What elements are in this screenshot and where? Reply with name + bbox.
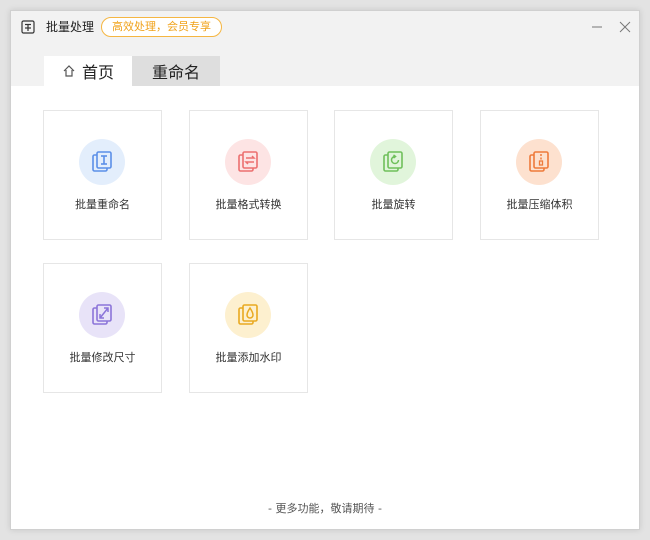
compress-icon [529, 151, 549, 172]
title-bar: 批量处理 高效处理，会员专享 首页 重命名 [11, 11, 639, 86]
compress-icon-circle [516, 139, 562, 185]
rotate-icon-circle [370, 139, 416, 185]
card-label: 批量添加水印 [215, 351, 282, 364]
minimize-button[interactable] [585, 15, 609, 39]
card-batch-resize[interactable]: 批量修改尺寸 [43, 263, 162, 393]
minimize-icon [592, 26, 602, 28]
card-batch-convert-format[interactable]: 批量格式转换 [189, 110, 308, 240]
member-badge[interactable]: 高效处理，会员专享 [101, 17, 222, 37]
resize-icon-circle [79, 292, 125, 338]
rename-icon [92, 151, 112, 172]
convert-format-icon-circle [225, 139, 271, 185]
batch-process-window: 批量处理 高效处理，会员专享 首页 重命名 批量重命名 批量格式转换 批量旋转 … [10, 10, 640, 530]
card-label: 批量压缩体积 [506, 198, 573, 211]
tab-bar: 首页 重命名 [44, 56, 220, 86]
close-button[interactable] [613, 15, 637, 39]
tool-grid: 批量重命名 批量格式转换 批量旋转 批量压缩体积 批量修改尺寸 批量添加水印 -… [11, 86, 639, 529]
rename-icon-circle [79, 139, 125, 185]
tab-rename[interactable]: 重命名 [132, 56, 220, 86]
card-batch-compress[interactable]: 批量压缩体积 [480, 110, 599, 240]
resize-icon [92, 304, 112, 325]
rotate-icon [383, 151, 403, 172]
card-label: 批量格式转换 [215, 198, 282, 211]
tab-home[interactable]: 首页 [44, 56, 132, 86]
card-batch-rotate[interactable]: 批量旋转 [334, 110, 453, 240]
card-batch-rename[interactable]: 批量重命名 [43, 110, 162, 240]
app-icon [21, 20, 35, 34]
card-batch-watermark[interactable]: 批量添加水印 [189, 263, 308, 393]
window-title: 批量处理 [46, 20, 95, 34]
home-icon [63, 65, 75, 77]
card-label: 批量修改尺寸 [69, 351, 136, 364]
tab-rename-label: 重命名 [151, 63, 200, 82]
convert-format-icon [238, 151, 258, 172]
watermark-icon-circle [225, 292, 271, 338]
watermark-icon [238, 304, 258, 325]
close-icon [619, 21, 631, 33]
coming-soon-note: - 更多功能，敬请期待 - [268, 502, 382, 515]
card-label: 批量重命名 [75, 198, 130, 211]
tab-home-label: 首页 [81, 63, 114, 82]
card-label: 批量旋转 [371, 198, 416, 211]
